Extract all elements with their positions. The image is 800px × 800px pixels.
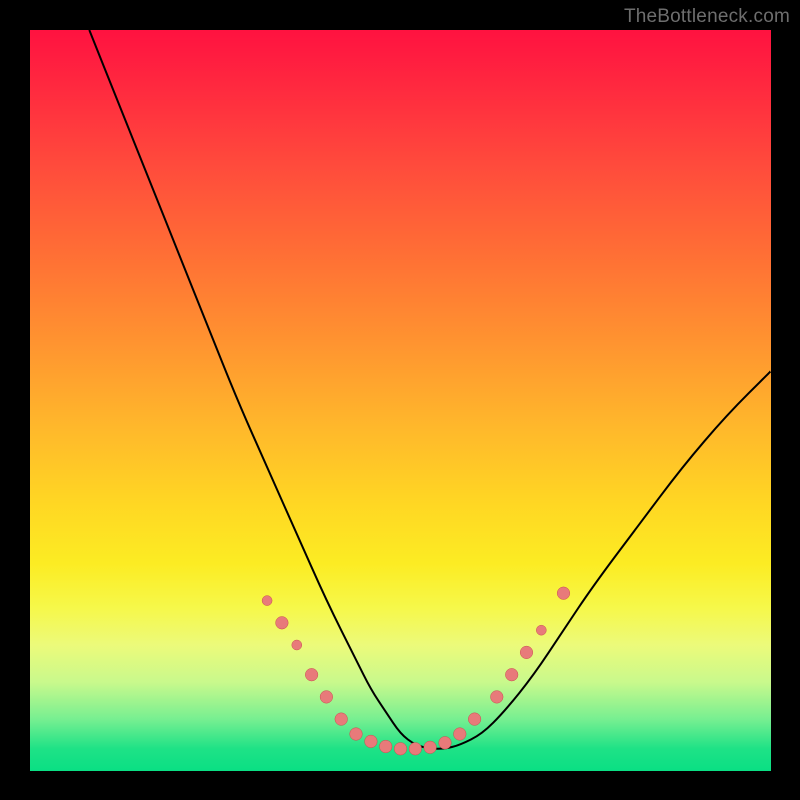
- curve-marker: [394, 743, 407, 756]
- chart-svg: [30, 30, 771, 771]
- curve-marker: [305, 668, 318, 681]
- plot-area: [30, 30, 771, 771]
- chart-frame: TheBottleneck.com: [0, 0, 800, 800]
- bottleneck-curve: [89, 30, 771, 749]
- curve-marker: [454, 728, 467, 741]
- curve-marker: [505, 668, 518, 681]
- curve-marker: [557, 587, 570, 600]
- curve-marker: [365, 735, 378, 748]
- curve-marker: [276, 617, 289, 630]
- curve-marker: [292, 640, 302, 650]
- curve-marker: [350, 728, 363, 741]
- curve-marker: [262, 596, 272, 606]
- curve-marker: [409, 743, 422, 756]
- curve-marker: [468, 713, 481, 726]
- curve-marker: [320, 691, 333, 704]
- curve-markers: [262, 587, 570, 755]
- watermark-text: TheBottleneck.com: [624, 6, 790, 28]
- curve-marker: [439, 737, 452, 750]
- curve-marker: [520, 646, 533, 659]
- curve-marker: [424, 741, 437, 754]
- curve-marker: [335, 713, 348, 726]
- curve-marker: [491, 691, 504, 704]
- curve-marker: [536, 625, 546, 635]
- curve-marker: [379, 740, 392, 753]
